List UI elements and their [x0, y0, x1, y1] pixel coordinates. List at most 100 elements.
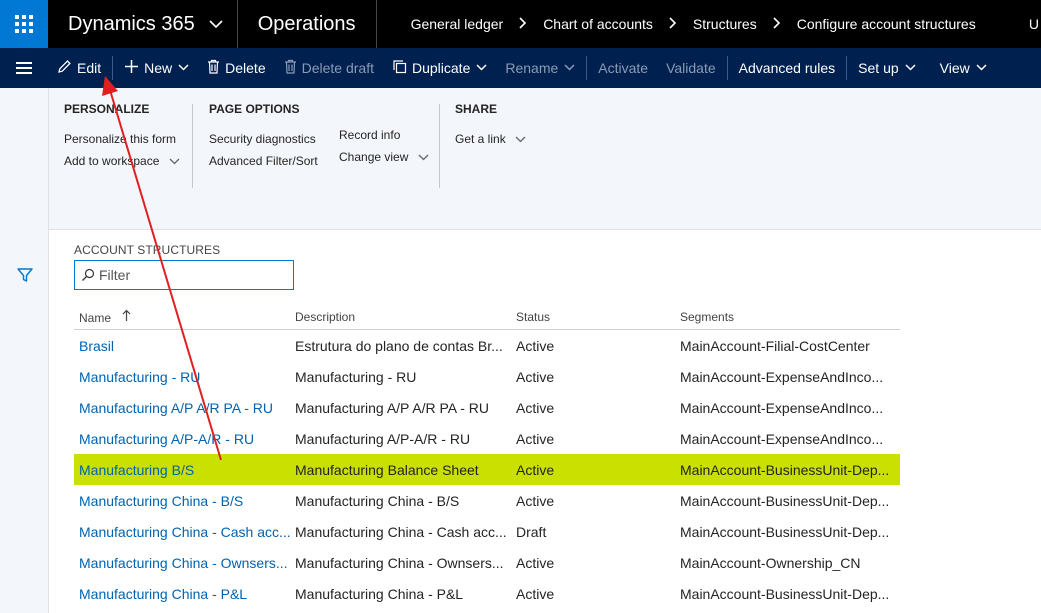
cell-segments: MainAccount-BusinessUnit-Dep... [680, 523, 890, 540]
sort-ascending-icon [122, 309, 131, 325]
column-header-status[interactable]: Status [516, 310, 680, 324]
advanced-filter-sort-link[interactable]: Advanced Filter/Sort [209, 150, 318, 172]
cell-name[interactable]: Manufacturing China - Cash acc... [74, 524, 295, 540]
cell-name[interactable]: Manufacturing China - B/S [74, 493, 295, 509]
app-launcher-button[interactable] [0, 0, 48, 48]
advanced-rules-button[interactable]: Advanced rules [730, 48, 845, 88]
page-options-group: PAGE OPTIONS Security diagnostics Advanc… [209, 102, 318, 172]
column-header-name[interactable]: Name [74, 309, 295, 325]
cell-segments: MainAccount-ExpenseAndInco... [680, 430, 884, 447]
cell-name[interactable]: Manufacturing - RU [74, 369, 295, 385]
cell-name[interactable]: Brasil [74, 338, 295, 354]
chevron-right-icon [773, 16, 797, 32]
action-divider [586, 56, 588, 80]
filter-pane-strip [0, 88, 49, 613]
account-structures-grid: Name Description Status Segments Brasil … [74, 304, 900, 609]
set-up-button[interactable]: Set up [849, 48, 924, 88]
edit-button[interactable]: Edit [48, 48, 110, 88]
security-diagnostics-link[interactable]: Security diagnostics [209, 128, 318, 150]
chevron-down-icon [476, 62, 487, 74]
grid-header: Name Description Status Segments [74, 304, 900, 330]
breadcrumb-configure-account-structures[interactable]: Configure account structures [797, 16, 992, 32]
breadcrumb: General ledger Chart of accounts Structu… [377, 16, 992, 32]
add-to-workspace-label: Add to workspace [64, 154, 160, 168]
filter-box[interactable] [74, 260, 294, 290]
module-name[interactable]: Operations [238, 0, 377, 48]
advanced-rules-button-label: Advanced rules [738, 60, 836, 76]
cell-name[interactable]: Manufacturing B/S [74, 462, 295, 478]
table-row[interactable]: Brasil Estrutura do plano de contas Br..… [74, 330, 900, 361]
table-row-selected[interactable]: Manufacturing B/S Manufacturing Balance … [74, 454, 900, 485]
rename-button-label: Rename [505, 60, 559, 76]
chevron-right-icon [669, 16, 693, 32]
main-content: ACCOUNT STRUCTURES Name Description Stat… [49, 230, 1041, 613]
chevron-down-icon [169, 157, 180, 168]
cell-status: Active [516, 492, 555, 509]
hamburger-menu-button[interactable] [0, 48, 48, 88]
waffle-icon [15, 15, 33, 33]
get-a-link-menu[interactable]: Get a link [455, 128, 526, 150]
cell-description: Manufacturing Balance Sheet [295, 461, 479, 478]
delete-button[interactable]: Delete [198, 48, 274, 88]
breadcrumb-chart-of-accounts[interactable]: Chart of accounts [543, 16, 669, 32]
search-icon [81, 268, 95, 282]
cell-description: Manufacturing A/P-A/R - RU [295, 430, 471, 447]
share-title: SHARE [455, 102, 498, 116]
record-info-link[interactable]: Record info [339, 124, 429, 146]
new-button[interactable]: New [115, 48, 198, 88]
table-row[interactable]: Manufacturing China - Ownsers... Manufac… [74, 547, 900, 578]
breadcrumb-structures[interactable]: Structures [693, 16, 773, 32]
change-view-menu[interactable]: Change view [339, 146, 429, 168]
duplicate-button[interactable]: Duplicate [383, 48, 496, 88]
trash-icon [284, 59, 297, 77]
trash-icon [207, 59, 220, 77]
delete-draft-button-label: Delete draft [301, 60, 374, 76]
user-initial[interactable]: U [1029, 0, 1041, 48]
cell-segments: MainAccount-BusinessUnit-Dep... [680, 585, 890, 602]
cell-segments: MainAccount-BusinessUnit-Dep... [680, 461, 890, 478]
cell-description: Manufacturing China - Cash acc... [295, 523, 507, 540]
action-divider [846, 56, 848, 80]
cell-name[interactable]: Manufacturing China - P&L [74, 586, 295, 602]
table-row[interactable]: Manufacturing China - Cash acc... Manufa… [74, 516, 900, 547]
personalize-group: PERSONALIZE Personalize this form Add to… [64, 102, 180, 172]
personalize-this-form-link[interactable]: Personalize this form [64, 128, 180, 150]
table-row[interactable]: Manufacturing A/P-A/R - RU Manufacturing… [74, 423, 900, 454]
add-to-workspace-menu[interactable]: Add to workspace [64, 150, 180, 172]
table-row[interactable]: Manufacturing A/P A/R PA - RU Manufactur… [74, 392, 900, 423]
cell-status: Active [516, 337, 555, 354]
personalize-title: PERSONALIZE [64, 102, 150, 116]
top-navigation-bar: Dynamics 365 Operations General ledger C… [0, 0, 1041, 48]
page-options-title: PAGE OPTIONS [209, 102, 300, 116]
cell-status: Draft [516, 523, 547, 540]
view-button[interactable]: View [931, 48, 996, 88]
cell-status: Active [516, 368, 555, 385]
cell-name[interactable]: Manufacturing China - Ownsers... [74, 555, 295, 571]
filter-input[interactable] [99, 267, 279, 283]
chevron-down-icon [418, 153, 429, 164]
app-switcher[interactable]: Dynamics 365 [48, 0, 238, 48]
table-row[interactable]: Manufacturing China - B/S Manufacturing … [74, 485, 900, 516]
column-header-segments[interactable]: Segments [680, 310, 900, 324]
rename-button[interactable]: Rename [496, 48, 584, 88]
view-button-label: View [939, 60, 970, 76]
grid-body: Brasil Estrutura do plano de contas Br..… [74, 330, 900, 609]
chevron-down-icon [178, 62, 189, 74]
breadcrumb-general-ledger[interactable]: General ledger [411, 16, 520, 32]
validate-button[interactable]: Validate [657, 48, 725, 88]
column-header-description[interactable]: Description [295, 310, 516, 324]
activate-button[interactable]: Activate [589, 48, 657, 88]
action-divider [112, 56, 114, 80]
cell-segments: MainAccount-BusinessUnit-Dep... [680, 492, 890, 509]
cell-name[interactable]: Manufacturing A/P-A/R - RU [74, 431, 295, 447]
cell-name[interactable]: Manufacturing A/P A/R PA - RU [74, 400, 295, 416]
table-row[interactable]: Manufacturing China - P&L Manufacturing … [74, 578, 900, 609]
chevron-down-icon [905, 62, 916, 74]
cell-status: Active [516, 430, 555, 447]
app-name: Dynamics 365 [68, 12, 195, 35]
delete-draft-button[interactable]: Delete draft [275, 48, 383, 88]
section-title: ACCOUNT STRUCTURES [74, 243, 221, 257]
filter-icon[interactable] [16, 266, 34, 284]
delete-button-label: Delete [225, 60, 266, 76]
table-row[interactable]: Manufacturing - RU Manufacturing - RU Ac… [74, 361, 900, 392]
